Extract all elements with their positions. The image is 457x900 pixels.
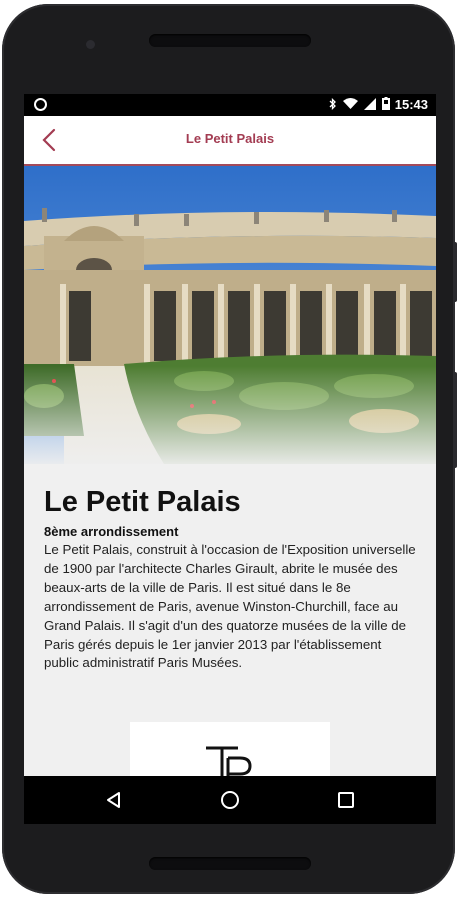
bottom-speaker	[149, 857, 311, 870]
volume-button	[453, 372, 457, 468]
home-circle-icon	[221, 791, 239, 809]
top-speaker	[149, 34, 311, 47]
screen: 15:43 Le Petit Palais Le Petit Palais 8è…	[24, 94, 436, 824]
navigation-bar	[24, 776, 436, 824]
front-camera	[86, 40, 95, 49]
battery-icon	[382, 97, 390, 113]
signal-icon	[364, 97, 376, 113]
nav-recents-button[interactable]	[316, 776, 376, 824]
article-subtitle: 8ème arrondissement	[44, 524, 179, 539]
hero-image	[24, 166, 436, 464]
app-bar: Le Petit Palais	[24, 116, 436, 166]
article-title: Le Petit Palais	[44, 486, 241, 518]
status-time: 15:43	[394, 97, 428, 112]
notification-icon	[34, 98, 47, 111]
article-content: Le Petit Palais 8ème arrondissement Le P…	[24, 464, 436, 782]
bluetooth-icon	[329, 97, 337, 113]
power-button	[453, 242, 457, 302]
museum-logo-card	[130, 722, 330, 782]
nav-home-button[interactable]	[200, 776, 260, 824]
wifi-icon	[343, 98, 358, 112]
article-description: Le Petit Palais, construit à l'occasion …	[44, 542, 416, 671]
app-bar-title: Le Petit Palais	[185, 131, 275, 146]
status-bar: 15:43	[24, 94, 436, 116]
phone-frame: 15:43 Le Petit Palais Le Petit Palais 8è…	[2, 4, 457, 894]
recents-square-icon	[338, 792, 354, 808]
nav-back-button[interactable]	[84, 776, 144, 824]
back-triangle-icon	[107, 792, 120, 808]
